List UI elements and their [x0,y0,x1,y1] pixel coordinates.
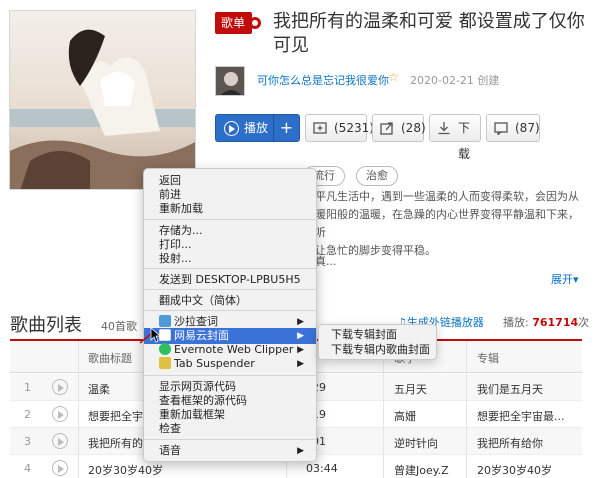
play-icon[interactable] [52,406,68,422]
desc-line: 暖阳般的温暖，在急躁的内心世界变得平静温和下来，听 [315,208,579,239]
context-menu: 返回 前进 重新加载 存储为... 打印... 投射... 发送到 DESKTO… [143,168,317,462]
submenu-item-download-album-cover[interactable]: 下载专辑封面 [331,328,397,342]
row-index: 2 [24,408,31,421]
menu-label: 沙拉查词 [174,315,218,328]
menu-item-tab-suspender[interactable]: Tab Suspender ▶ [144,356,316,372]
tab-suspender-icon [159,357,171,369]
song-singer[interactable]: 五月天 [394,381,427,397]
comment-button[interactable]: (87) [486,114,540,142]
song-duration: 03:44 [306,462,338,475]
comment-icon [494,122,508,135]
download-icon [438,122,450,135]
download-button[interactable]: 下载 [429,114,481,161]
share-count: (28) [401,121,426,135]
menu-separator [144,310,316,311]
song-title[interactable]: 20岁30岁40岁 [88,462,168,478]
submenu-arrow-icon: ▶ [297,359,304,369]
header-album: 专辑 [477,352,499,365]
playlist-cover-image[interactable] [9,10,196,190]
menu-item-send-to[interactable]: 发送到 DESKTOP-LPBU5H5 [144,272,316,288]
play-count: 播放: 761714次 [503,314,589,330]
playlist-description: 平凡生活中，遇到一些温柔的人而变得柔软，会因为从 暖阳般的温暖，在急躁的内心世界… [315,188,585,260]
playlist-badge: 歌单 [215,12,262,34]
folder-plus-icon [313,122,327,134]
menu-item-inspect[interactable]: 检查 [144,421,316,437]
play-count-unit: 次 [578,316,590,329]
play-icon[interactable] [52,433,68,449]
collect-count: (5231) [334,121,374,135]
row-index: 1 [24,381,31,394]
submenu-item-download-song-covers[interactable]: 下载专辑内歌曲封面 [331,343,430,357]
song-album[interactable]: 20岁30岁40岁 [477,462,577,478]
share-button[interactable]: (28) [372,114,426,142]
song-singer[interactable]: 曾建Joey.Z [394,462,449,478]
expand-link[interactable]: 展开▾ [551,271,579,287]
play-count-value: 761714 [532,316,579,329]
download-label: 下载 [458,121,471,161]
play-count-label: 播放: [503,316,529,329]
mouse-cursor-icon [139,327,160,344]
netease-icon [159,329,171,341]
song-album[interactable]: 想要把全宇宙最... [477,408,577,424]
song-count: 40首歌 [101,320,137,333]
song-album[interactable]: 我们是五月天 [477,381,577,397]
play-label: 播放 [244,121,269,135]
desc-line: 让急忙的脚步变得平稳。 [315,244,436,257]
song-singer[interactable]: 逆时针向 [394,435,438,451]
menu-separator [144,375,316,376]
menu-label: 语音 [159,444,181,457]
menu-separator [144,268,316,269]
add-to-queue-button[interactable]: + [273,115,299,141]
creator-avatar[interactable] [215,66,245,96]
menu-label: 网易云封面 [174,329,229,342]
menu-label: Tab Suspender [174,357,255,370]
menu-separator [144,289,316,290]
share-icon [380,122,393,135]
play-icon[interactable] [52,379,68,395]
song-singer[interactable]: 高姗 [394,408,416,424]
star-icon: ☆ [388,70,399,84]
menu-item-reload[interactable]: 重新加载 [144,201,316,217]
row-index: 4 [24,462,31,475]
menu-label: Evernote Web Clipper [174,343,294,356]
row-index: 3 [24,435,31,448]
column-divider [466,341,467,478]
submenu-arrow-icon: ▶ [297,446,304,456]
play-icon [224,121,239,136]
evernote-icon [159,343,171,355]
tag-healing[interactable]: 治愈 [356,166,398,186]
playlist-title: 我把所有的温柔和可爱 都设置成了仅你可见 [273,11,585,56]
menu-item-translate[interactable]: 翻成中文（简体） [144,293,316,309]
creator-name-link[interactable]: 可你怎么总是忘记我很爱你 [257,72,389,88]
song-album[interactable]: 我把所有给你 [477,435,577,451]
comment-count: (87) [515,121,540,135]
desc-ellipsis: 真... [315,255,337,268]
play-button[interactable]: 播放 + [215,114,300,142]
menu-separator [144,439,316,440]
shaci-icon [159,315,171,327]
play-icon[interactable] [52,460,68,476]
column-divider [78,341,79,478]
collect-button[interactable]: (5231) [305,114,374,142]
created-date: 2020-02-21 创建 [410,74,500,87]
menu-item-cast[interactable]: 投射... [144,251,316,267]
netease-cover-submenu: 下载专辑封面 下载专辑内歌曲封面 [318,324,437,360]
song-list-title: 歌曲列表 [10,315,82,336]
desc-line: 平凡生活中，遇到一些温柔的人而变得柔软，会因为从 [315,190,579,203]
column-divider [383,341,384,478]
header-title: 歌曲标题 [88,352,132,365]
menu-separator [144,219,316,220]
menu-item-speech[interactable]: 语音 ▶ [144,443,316,459]
